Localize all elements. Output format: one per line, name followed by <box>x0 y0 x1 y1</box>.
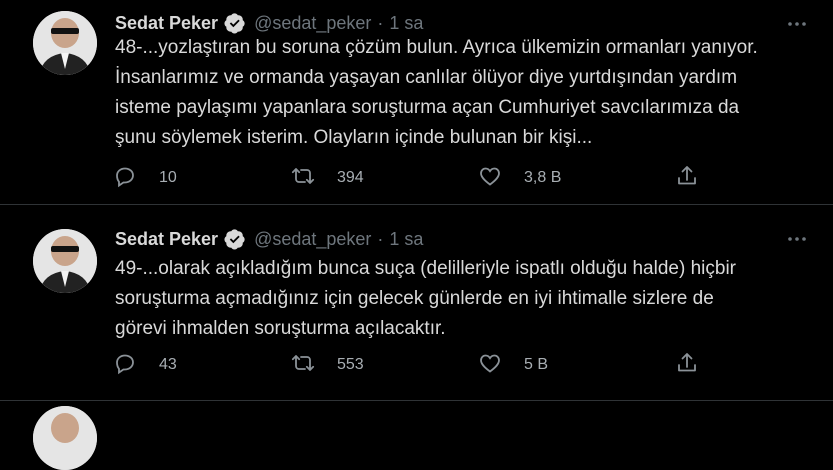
tweet[interactable]: Sedat Peker @sedat_peker · 1 sa 49-...ol… <box>0 205 833 405</box>
retweet-icon <box>291 164 315 193</box>
more-icon[interactable] <box>787 14 807 34</box>
reply-button[interactable]: 10 <box>113 166 177 190</box>
tweet-text: 48-...yozlaştıran bu soruna çözüm bulun.… <box>115 37 758 148</box>
retweet-count: 394 <box>337 169 364 186</box>
reply-count: 10 <box>159 169 177 186</box>
like-count: 5 B <box>524 356 549 373</box>
tweet-text: 49-...olarak açıkladığım bunca suça (del… <box>115 258 736 339</box>
like-icon <box>478 351 502 380</box>
separator: · <box>377 228 384 249</box>
reply-count: 43 <box>159 356 177 373</box>
like-button[interactable]: 5 B <box>478 353 548 377</box>
author-name[interactable]: Sedat Peker <box>115 229 218 250</box>
retweet-button[interactable]: 553 <box>291 353 364 377</box>
like-icon <box>478 164 502 193</box>
retweet-icon <box>291 351 315 380</box>
avatar[interactable] <box>33 229 97 293</box>
reply-icon <box>113 164 137 193</box>
share-icon <box>675 351 699 380</box>
reply-icon <box>113 351 137 380</box>
tweet-header: Sedat Peker @sedat_peker · 1 sa <box>115 11 423 35</box>
more-icon[interactable] <box>787 229 807 249</box>
author-name[interactable]: Sedat Peker <box>115 13 218 34</box>
verified-icon <box>224 228 246 250</box>
share-icon <box>675 164 699 193</box>
tweet[interactable]: Sedat Peker @sedat_peker · 1 sa 48-...yo… <box>0 0 833 205</box>
avatar[interactable] <box>33 406 97 470</box>
share-button[interactable] <box>675 351 699 380</box>
verified-icon <box>224 12 246 34</box>
tweet-actions: 43 553 5 B <box>113 351 713 380</box>
timestamp[interactable]: 1 sa <box>389 13 423 34</box>
retweet-button[interactable]: 394 <box>291 166 364 190</box>
share-button[interactable] <box>675 164 699 193</box>
author-handle[interactable]: @sedat_peker <box>254 229 371 250</box>
avatar[interactable] <box>33 11 97 75</box>
author-handle[interactable]: @sedat_peker <box>254 13 371 34</box>
like-button[interactable]: 3,8 B <box>478 166 561 190</box>
retweet-count: 553 <box>337 356 364 373</box>
tweet-actions: 10 394 3,8 B <box>113 164 713 193</box>
like-count: 3,8 B <box>524 169 562 186</box>
timestamp[interactable]: 1 sa <box>389 229 423 250</box>
separator: · <box>377 12 384 33</box>
reply-button[interactable]: 43 <box>113 353 177 377</box>
divider <box>0 400 833 401</box>
tweet-header: Sedat Peker @sedat_peker · 1 sa <box>115 227 423 251</box>
